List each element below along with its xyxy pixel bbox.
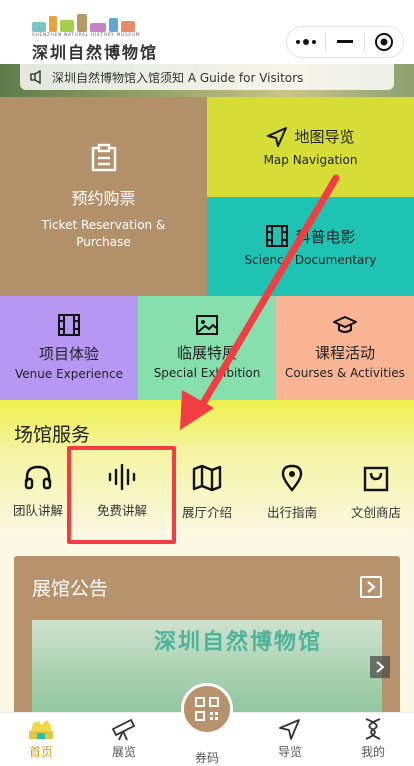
dna-icon <box>365 718 381 740</box>
logo-figures <box>32 14 135 32</box>
ticket-tile-subtitle: Ticket Reservation & Purchase <box>41 217 166 249</box>
courses-tile-title: 课程活动 <box>314 344 375 362</box>
venue-services-section: 场馆服务 团队讲解 免费讲解 展厅介绍 出行指南 文创商店 <box>0 400 414 540</box>
bottom-tab-bar: 首页 展览 券码 导览 我的 <box>0 683 414 766</box>
more-button[interactable] <box>287 27 325 57</box>
tab-label: 我的 <box>360 745 385 759</box>
tab-profile[interactable]: 我的 <box>338 717 408 760</box>
image-icon <box>196 315 218 335</box>
top-header: SHENZHEN NATURAL HISTORY MUSEUM 深圳自然博物馆 <box>0 0 414 64</box>
film-icon <box>58 314 80 336</box>
special-tile-subtitle: Special Exhibition <box>153 366 261 380</box>
service-travel-guide[interactable]: 出行指南 <box>252 464 332 521</box>
mini-program-capsule <box>286 26 404 58</box>
guide-banner-card[interactable]: 深圳自然博物馆入馆须知 A Guide for Visitors <box>20 64 394 90</box>
shopping-bag-icon <box>363 466 389 492</box>
highlight-box <box>67 446 176 544</box>
carousel-next-button[interactable] <box>370 656 390 678</box>
tab-exhibitions[interactable]: 展览 <box>89 717 159 760</box>
tab-label: 展览 <box>111 745 136 759</box>
announcement-more-button[interactable] <box>360 576 382 598</box>
logo-english-name: SHENZHEN NATURAL HISTORY MUSEUM <box>32 33 141 38</box>
target-close-icon <box>375 33 393 51</box>
venue-experience-tile[interactable]: 项目体验 Venue Experience <box>0 296 138 400</box>
museum-logo[interactable]: SHENZHEN NATURAL HISTORY MUSEUM 深圳自然博物馆 <box>28 12 178 62</box>
telescope-icon <box>111 718 136 741</box>
service-gift-shop[interactable]: 文创商店 <box>336 464 414 521</box>
science-tile-subtitle: Science Documentary <box>244 253 377 267</box>
tab-home[interactable]: 首页 <box>6 717 76 760</box>
tab-label: 首页 <box>28 745 53 759</box>
location-pin-icon <box>281 464 303 492</box>
announcement-image-text: 深圳自然博物馆 <box>154 630 323 655</box>
science-documentary-tile[interactable]: 科普电影 Science Documentary <box>207 197 414 296</box>
qr-code-button[interactable] <box>181 683 233 735</box>
science-tile-title: 科普电影 <box>295 227 356 246</box>
guide-banner[interactable]: 深圳自然博物馆入馆须知 A Guide for Visitors <box>0 64 414 97</box>
tab-navigation[interactable]: 导览 <box>255 717 325 760</box>
service-hall-intro[interactable]: 展厅介绍 <box>167 464 247 521</box>
museum-home-icon <box>29 720 53 739</box>
logo-chinese-name: 深圳自然博物馆 <box>32 43 159 62</box>
special-tile-title: 临展特展 <box>176 344 237 362</box>
minimize-button[interactable] <box>326 27 364 57</box>
graduation-cap-icon <box>333 316 357 333</box>
close-mini-program-button[interactable] <box>365 27 403 57</box>
map-icon <box>192 464 222 492</box>
service-label: 团队讲解 <box>12 503 63 518</box>
map-tile-title: 地图导览 <box>294 128 355 146</box>
minus-icon <box>337 40 353 43</box>
clipboard-icon <box>91 143 116 171</box>
service-label: 出行指南 <box>266 505 317 520</box>
venue-tile-subtitle: Venue Experience <box>15 367 123 381</box>
venue-tile-title: 项目体验 <box>38 345 99 363</box>
map-navigation-tile[interactable]: 地图导览 Map Navigation <box>207 97 414 197</box>
announcement-title: 展馆公告 <box>32 578 109 600</box>
special-exhibition-tile[interactable]: 临展特展 Special Exhibition <box>138 296 276 400</box>
service-label: 展厅介绍 <box>181 505 232 520</box>
ticket-tile-title: 预约购票 <box>71 188 136 208</box>
speaker-icon <box>30 70 41 84</box>
map-tile-subtitle: Map Navigation <box>263 152 358 167</box>
courses-tile-subtitle: Courses & Activities <box>285 366 405 380</box>
qr-code-icon <box>195 697 219 721</box>
chevron-right-icon <box>376 661 384 673</box>
chevron-right-icon <box>367 581 376 593</box>
guide-banner-text: 深圳自然博物馆入馆须知 A Guide for Visitors <box>52 70 304 85</box>
tab-label: 券码 <box>194 751 219 765</box>
navigation-arrow-icon <box>267 126 288 147</box>
film-icon <box>266 225 289 247</box>
tab-label: 导览 <box>277 745 302 759</box>
headphones-icon <box>24 465 52 490</box>
venue-services-title: 场馆服务 <box>14 424 91 446</box>
more-dots-icon <box>296 39 316 45</box>
ticket-reservation-tile[interactable]: 预约购票 Ticket Reservation & Purchase <box>0 97 207 296</box>
courses-activities-tile[interactable]: 课程活动 Courses & Activities <box>276 296 414 400</box>
service-label: 文创商店 <box>350 505 401 520</box>
navigation-icon <box>279 719 300 740</box>
